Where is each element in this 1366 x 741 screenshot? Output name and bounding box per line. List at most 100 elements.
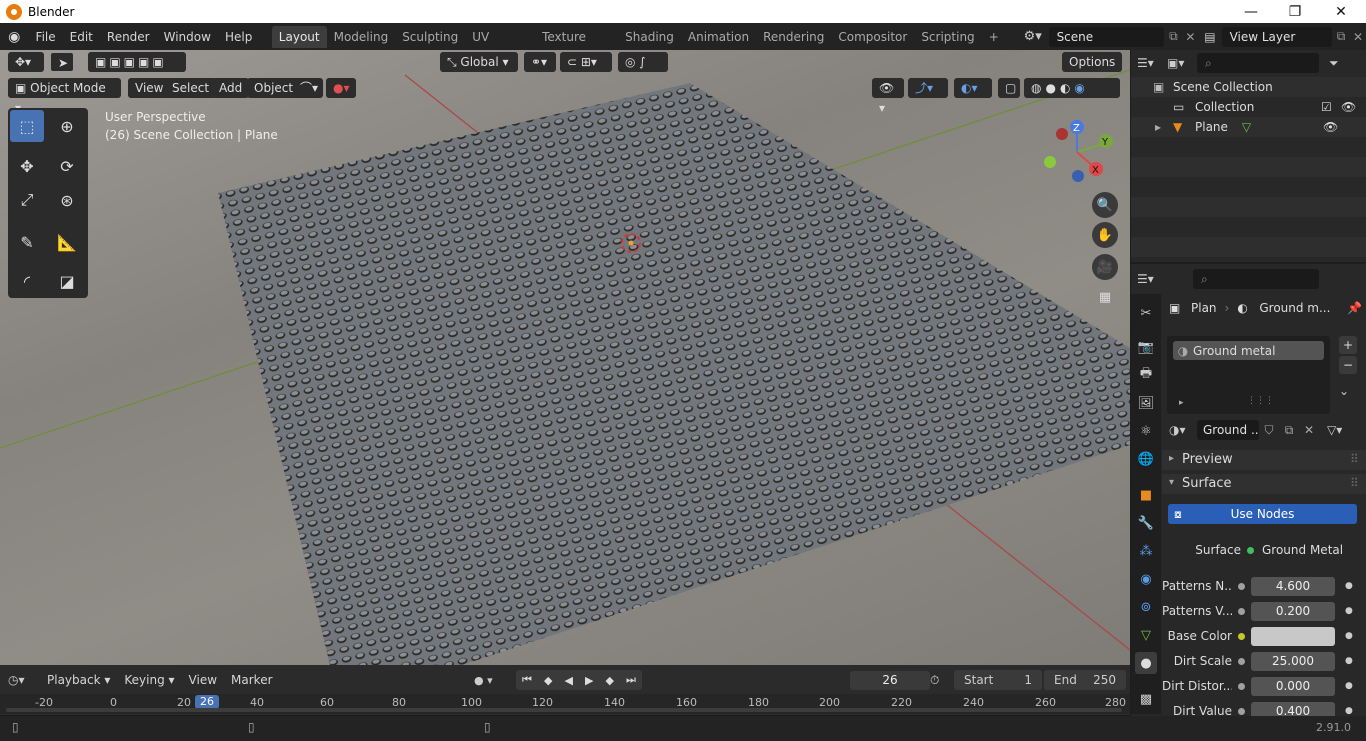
view-layer-copy-icon[interactable]: ⧉	[1332, 29, 1350, 44]
scale-tool-icon[interactable]: ⤢	[10, 184, 44, 216]
transform-orientation-dropdown[interactable]: ⤡ Global ▾	[440, 52, 518, 72]
transform-tool-icon[interactable]: ⊛	[50, 184, 84, 216]
gizmo-toggle-icon[interactable]: ⤴▾	[908, 78, 948, 98]
remove-slot-button[interactable]: −	[1339, 356, 1357, 374]
render-tab-icon[interactable]: 📷	[1135, 336, 1157, 358]
options-dropdown[interactable]: Options ▾	[1062, 52, 1122, 89]
proportional-icon[interactable]: ◎ ∫	[618, 52, 668, 72]
material-browse-icon[interactable]: ◑▾	[1169, 423, 1197, 437]
tab-sculpting[interactable]: Sculpting	[395, 26, 465, 48]
outliner-editor-type-icon[interactable]: ☰▾	[1137, 56, 1167, 70]
keyframe-dot-icon[interactable]: ●	[1345, 681, 1353, 691]
eye-icon[interactable]: 👁	[1341, 100, 1356, 114]
blender-menu-icon[interactable]: ◉	[0, 29, 29, 45]
select-menu[interactable]: Select	[165, 78, 217, 98]
tab-shading[interactable]: Shading	[618, 26, 681, 48]
measure-tool-icon[interactable]: 📐	[50, 226, 84, 258]
maximize-button[interactable]: ❐	[1272, 0, 1318, 23]
zoom-icon[interactable]: 🔍	[1092, 192, 1118, 218]
outliner-search-input[interactable]: ⌕	[1197, 53, 1319, 73]
expand-arrow-icon[interactable]: ▸	[1155, 120, 1173, 134]
view-layer-remove-icon[interactable]: ✕	[1350, 30, 1366, 44]
world-tab-icon[interactable]: 🌐	[1135, 448, 1157, 470]
keyframe-dot-icon[interactable]: ●	[1345, 606, 1353, 616]
jump-end-icon[interactable]: ⏭	[626, 673, 636, 687]
plane-mesh[interactable]	[218, 83, 1130, 665]
outliner-item-plane[interactable]: ▸ ▼ Plane ▽ 👁	[1155, 117, 1365, 137]
minimize-button[interactable]: —	[1228, 0, 1274, 23]
output-tab-icon[interactable]: 🖶	[1135, 364, 1157, 386]
move-tool-icon[interactable]: ✥	[10, 150, 44, 182]
material-tab-icon[interactable]: ●	[1135, 652, 1157, 674]
tab-layout[interactable]: Layout	[271, 25, 327, 48]
keyframe-dot-icon[interactable]: ●	[1345, 656, 1353, 666]
view-layer-selector[interactable]: View Layer	[1221, 26, 1333, 47]
object-tab-icon[interactable]: ■	[1135, 484, 1157, 506]
copy-material-icon[interactable]: ⧉	[1279, 423, 1299, 438]
tool-tab-icon[interactable]: ✂	[1135, 302, 1157, 324]
pin-icon[interactable]: 📌	[1347, 301, 1362, 315]
visibility-icon[interactable]: 👁▾	[872, 78, 904, 115]
playback-menu[interactable]: Playback ▾	[40, 669, 117, 691]
add-plane-tool-icon[interactable]: ◪	[50, 265, 84, 297]
material-name-field[interactable]: Ground ...	[1197, 420, 1259, 440]
use-nodes-button[interactable]: ⧇ Use Nodes	[1168, 504, 1357, 524]
add-cube-tool-icon[interactable]: ◜	[10, 265, 44, 297]
texture-tab-icon[interactable]: ▩	[1135, 688, 1157, 710]
proportional-edit-icon[interactable]: ●▾	[326, 78, 356, 98]
pan-hand-icon[interactable]: ✋	[1092, 222, 1118, 248]
start-frame-field[interactable]: Start 1	[954, 670, 1042, 690]
dirt-distortion-field[interactable]: 0.000	[1251, 676, 1335, 696]
cursor-tool-icon[interactable]: ⊕	[50, 110, 84, 142]
tab-modeling[interactable]: Modeling	[327, 26, 396, 48]
menu-help[interactable]: Help	[218, 26, 259, 48]
menu-edit[interactable]: Edit	[63, 26, 100, 48]
constraints-tab-icon[interactable]: ⊚	[1135, 596, 1157, 618]
add-slot-button[interactable]: +	[1339, 336, 1357, 354]
object-mode-dropdown[interactable]: ▣ Object Mode ▾	[8, 78, 121, 115]
display-mode-icon[interactable]: ▣▾	[1167, 56, 1197, 70]
view-layer-tab-icon[interactable]: 🖼	[1135, 392, 1157, 414]
slot-menu-icon[interactable]: ⌄	[1339, 384, 1349, 398]
rotate-tool-icon[interactable]: ⟳	[50, 150, 84, 182]
pivot-icon[interactable]: ⚭▾	[524, 52, 556, 72]
menu-file[interactable]: File	[29, 26, 63, 48]
scene-remove-icon[interactable]: ✕	[1182, 30, 1198, 44]
tab-rendering[interactable]: Rendering	[756, 26, 831, 48]
physics-tab-icon[interactable]: ◉	[1135, 568, 1157, 590]
current-frame-field[interactable]: 26	[850, 670, 930, 690]
scene-tab-icon[interactable]: ⚛	[1135, 420, 1157, 442]
stopwatch-icon[interactable]: ⏱	[930, 673, 939, 688]
end-frame-field[interactable]: End 250	[1044, 670, 1126, 690]
snapping-icon[interactable]: ⊂ ⊞▾	[560, 52, 612, 72]
scene-icon[interactable]: ⚙▾	[1024, 29, 1049, 44]
selection-mode-icons[interactable]: ▣▣▣▣▣	[88, 52, 186, 72]
surface-shader-value[interactable]: Ground Metal	[1262, 543, 1343, 557]
tab-compositor[interactable]: Compositor	[831, 26, 914, 48]
timeline-editor-type-icon[interactable]: ◷▾	[8, 673, 40, 687]
preview-section[interactable]: ▸ Preview ⠿	[1162, 450, 1366, 470]
tab-texture-paint[interactable]: Texture Paint	[535, 26, 618, 66]
close-button[interactable]: ✕	[1318, 0, 1364, 23]
surface-section[interactable]: ▾ Surface ⠿	[1162, 474, 1366, 494]
annotate-tool-icon[interactable]: ✎	[10, 226, 44, 258]
3d-viewport[interactable]: ▣ Object Mode ▾ View Select Add Object ⌒…	[0, 50, 1130, 665]
outliner-item-collection[interactable]: ▭ Collection ☑ 👁	[1173, 97, 1363, 117]
play-icon[interactable]: ▶	[585, 674, 593, 687]
next-keyframe-icon[interactable]: ◆	[606, 674, 614, 687]
patterns-v-field[interactable]: 0.200	[1251, 601, 1335, 621]
view-layer-icon[interactable]: ▤	[1198, 30, 1221, 44]
keyframe-dot-icon[interactable]: ●	[1345, 706, 1353, 716]
material-slot-item[interactable]: ◑ Ground metal	[1173, 341, 1324, 360]
prev-keyframe-icon[interactable]: ◆	[544, 674, 552, 687]
outliner-item-scene-collection[interactable]: ▣ Scene Collection	[1153, 77, 1273, 97]
keyframe-dot-icon[interactable]: ●	[1345, 581, 1353, 591]
xray-icon[interactable]: ▢	[998, 78, 1020, 98]
record-icon[interactable]: ● ▾	[474, 674, 493, 687]
navigation-gizmo[interactable]: Z Y X	[1040, 116, 1120, 196]
eye-icon[interactable]: 👁	[1323, 120, 1338, 134]
dirt-scale-field[interactable]: 25.000	[1251, 651, 1335, 671]
data-tab-icon[interactable]: ▽	[1135, 624, 1157, 646]
checkbox-icon[interactable]: ☑	[1321, 100, 1332, 114]
jump-start-icon[interactable]: ⏮	[522, 673, 532, 687]
